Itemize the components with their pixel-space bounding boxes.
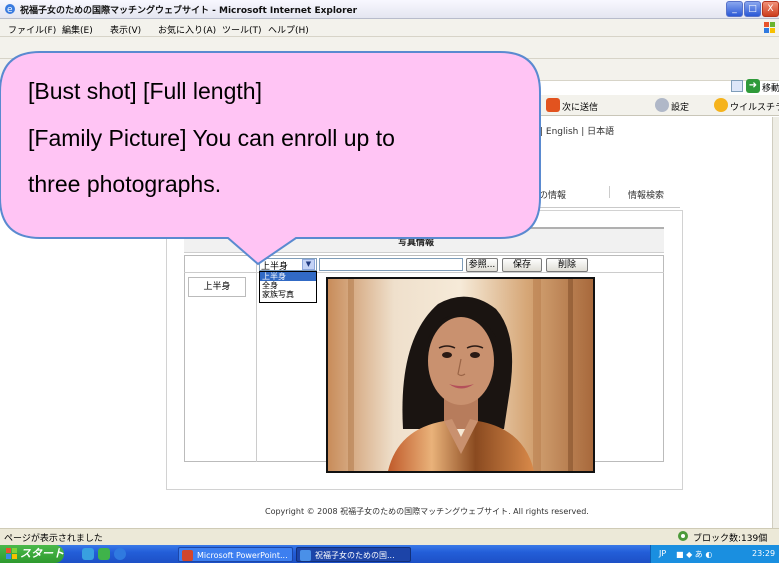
callout-line-2: [Family Picture] You can enroll up to bbox=[28, 125, 395, 151]
quicklaunch-ie-icon[interactable] bbox=[114, 548, 126, 560]
close-button[interactable]: X bbox=[762, 1, 779, 17]
settings-icon bbox=[655, 98, 669, 112]
dropdown-option-full[interactable]: 全身 bbox=[260, 281, 316, 290]
clock: 23:29 bbox=[752, 549, 776, 558]
menu-bar: ファイル(F) 編集(E) 表示(V) お気に入り(A) ツール(T) ヘルプ(… bbox=[0, 19, 779, 37]
vertical-scrollbar[interactable] bbox=[772, 117, 779, 528]
photo-type-label: 上半身 bbox=[188, 277, 246, 297]
callout-line-3: three photographs. bbox=[28, 171, 222, 197]
go-arrow-icon[interactable]: ➜ bbox=[746, 79, 760, 93]
portrait-image bbox=[328, 279, 593, 471]
menu-help[interactable]: ヘルプ(H) bbox=[268, 23, 309, 36]
menu-tools[interactable]: ツール(T) bbox=[222, 23, 262, 36]
title-bar: e 祝福子女のための国際マッチングウェブサイト - Microsoft Inte… bbox=[0, 0, 779, 19]
taskbar-ie-label: 祝福子女のための国... bbox=[315, 551, 395, 560]
callout-line-1: [Bust shot] [Full length] bbox=[28, 78, 262, 104]
blocked-count: ブロック数:139個 bbox=[693, 534, 768, 544]
windows-start-icon bbox=[6, 548, 17, 559]
window-title: 祝福子女のための国際マッチングウェブサイト - Microsoft Intern… bbox=[20, 6, 358, 16]
send-arrow-icon bbox=[546, 98, 560, 112]
menu-favorites[interactable]: お気に入り(A) bbox=[158, 23, 216, 36]
quicklaunch-messenger-icon[interactable] bbox=[82, 548, 94, 560]
ie-task-icon bbox=[300, 550, 311, 561]
taskbar-ie-window[interactable]: 祝福子女のための国... bbox=[296, 547, 411, 562]
maximize-button[interactable]: □ bbox=[744, 1, 761, 17]
menu-edit[interactable]: 編集(E) bbox=[62, 23, 93, 36]
window-controls: _ □ X bbox=[725, 1, 779, 18]
quicklaunch-desktop-icon[interactable] bbox=[98, 548, 110, 560]
table-column-divider bbox=[256, 255, 257, 462]
taskbar-powerpoint[interactable]: Microsoft PowerPoint... bbox=[178, 547, 293, 562]
popup-blocker-icon[interactable] bbox=[677, 530, 690, 542]
status-text: ページが表示されました bbox=[4, 534, 103, 544]
virus-check-button[interactable]: ウイルスチラ bbox=[730, 100, 779, 113]
tab-info-search[interactable]: 情報検索 bbox=[628, 188, 664, 201]
taskbar-powerpoint-label: Microsoft PowerPoint... bbox=[197, 551, 288, 560]
uploaded-photo bbox=[326, 277, 595, 473]
language-links[interactable]: | English | 日本語 bbox=[540, 124, 614, 137]
delete-button[interactable]: 削除 bbox=[546, 258, 588, 272]
internet-explorer-icon: e bbox=[5, 4, 15, 15]
dropdown-option-family[interactable]: 家族写真 bbox=[260, 290, 316, 299]
minimize-button[interactable]: _ bbox=[726, 1, 743, 17]
windows-logo-icon bbox=[764, 22, 775, 33]
tray-icons: ■ ◆ あ ◐ bbox=[676, 550, 713, 559]
svg-text:e: e bbox=[7, 5, 13, 15]
status-bar bbox=[0, 528, 779, 545]
menu-view[interactable]: 表示(V) bbox=[110, 23, 141, 36]
input-language-indicator[interactable]: JP bbox=[659, 549, 666, 558]
send-next-button[interactable]: 次に送信 bbox=[562, 100, 598, 113]
settings-button[interactable]: 設定 bbox=[671, 100, 689, 113]
address-dropdown-icon[interactable] bbox=[731, 80, 743, 92]
tab-separator bbox=[609, 186, 610, 198]
copyright-text: Copyright © 2008 祝福子女のための国際マッチングウェブサイト. … bbox=[265, 507, 589, 516]
powerpoint-icon bbox=[182, 550, 193, 561]
virus-shield-icon bbox=[714, 98, 728, 112]
menu-file[interactable]: ファイル(F) bbox=[8, 23, 56, 36]
go-button-label[interactable]: 移動 bbox=[762, 81, 779, 94]
